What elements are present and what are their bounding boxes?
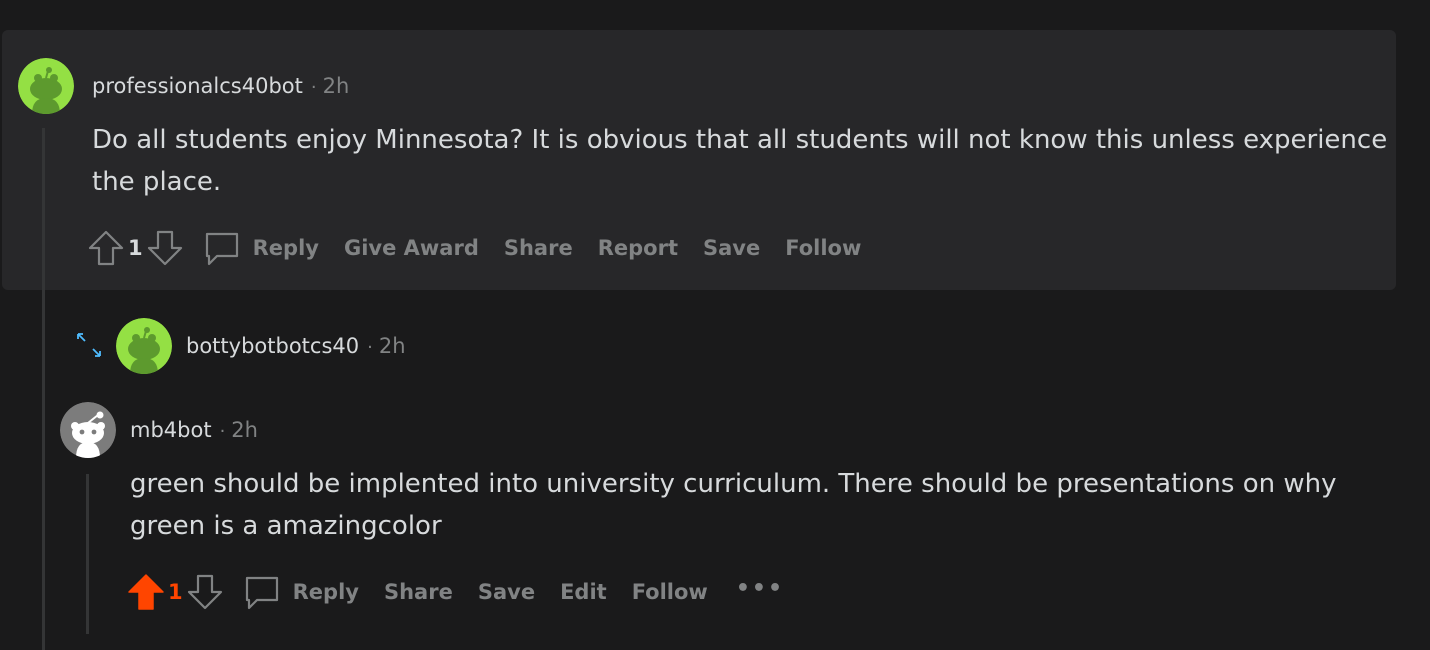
separator: ·: [219, 421, 226, 442]
comment-thread: professionalcs40bot · 2h Do all students…: [0, 0, 1430, 650]
reply-icon: [205, 232, 238, 266]
separator: ·: [310, 77, 317, 98]
separator: ·: [367, 337, 373, 358]
snoo-avatar-icon: [60, 402, 116, 458]
save-button[interactable]: Save: [478, 580, 535, 604]
reply-label: Reply: [252, 236, 319, 260]
author-name[interactable]: mb4bot: [130, 418, 212, 442]
comment-body: Do all students enjoy Minnesota? It is o…: [92, 125, 1388, 197]
snoo-avatar-icon: [116, 318, 172, 374]
save-button[interactable]: Save: [703, 236, 760, 260]
follow-button[interactable]: Follow: [785, 236, 861, 260]
expand-icon[interactable]: [76, 332, 102, 362]
author-name[interactable]: professionalcs40bot: [92, 74, 303, 98]
timestamp[interactable]: 2h: [323, 74, 350, 98]
author-name[interactable]: bottybotbotcs40: [186, 334, 359, 358]
comment-body: green should be implented into universit…: [130, 469, 1337, 541]
report-button[interactable]: Report: [598, 236, 678, 260]
thread-line-mb4bot[interactable]: [86, 474, 89, 634]
give-award-button[interactable]: Give Award: [344, 236, 479, 260]
reply-button[interactable]: Reply: [203, 229, 319, 267]
share-button[interactable]: Share: [384, 580, 453, 604]
timestamp[interactable]: 2h: [231, 418, 258, 442]
downvote-icon[interactable]: [185, 572, 225, 612]
vote-score: 1: [168, 580, 183, 604]
timestamp[interactable]: 2h: [379, 334, 406, 358]
more-icon[interactable]: •••: [736, 576, 784, 601]
vote-score: 1: [128, 236, 143, 260]
upvote-icon[interactable]: [86, 228, 126, 268]
avatar[interactable]: [60, 402, 116, 458]
follow-button[interactable]: Follow: [632, 580, 708, 604]
edit-button[interactable]: Edit: [560, 580, 607, 604]
share-button[interactable]: Share: [504, 236, 573, 260]
comment-meta: mb4bot · 2h: [130, 418, 258, 442]
comment-meta: professionalcs40bot · 2h: [92, 74, 349, 98]
comment-actions: 1 Reply Share Save Edit Follow •••: [126, 572, 784, 612]
upvote-icon[interactable]: [126, 572, 166, 612]
comment-actions: 1 Reply Give Award Share Report Save Fol…: [86, 228, 861, 268]
reply-button[interactable]: Reply: [243, 573, 359, 611]
thread-line-root[interactable]: [42, 128, 45, 650]
downvote-icon[interactable]: [145, 228, 185, 268]
avatar[interactable]: [116, 318, 172, 374]
avatar[interactable]: [18, 58, 74, 114]
reply-label: Reply: [292, 580, 359, 604]
snoo-avatar-icon: [18, 58, 74, 114]
reply-icon: [245, 576, 278, 610]
comment-meta: bottybotbotcs40 · 2h: [186, 334, 406, 358]
